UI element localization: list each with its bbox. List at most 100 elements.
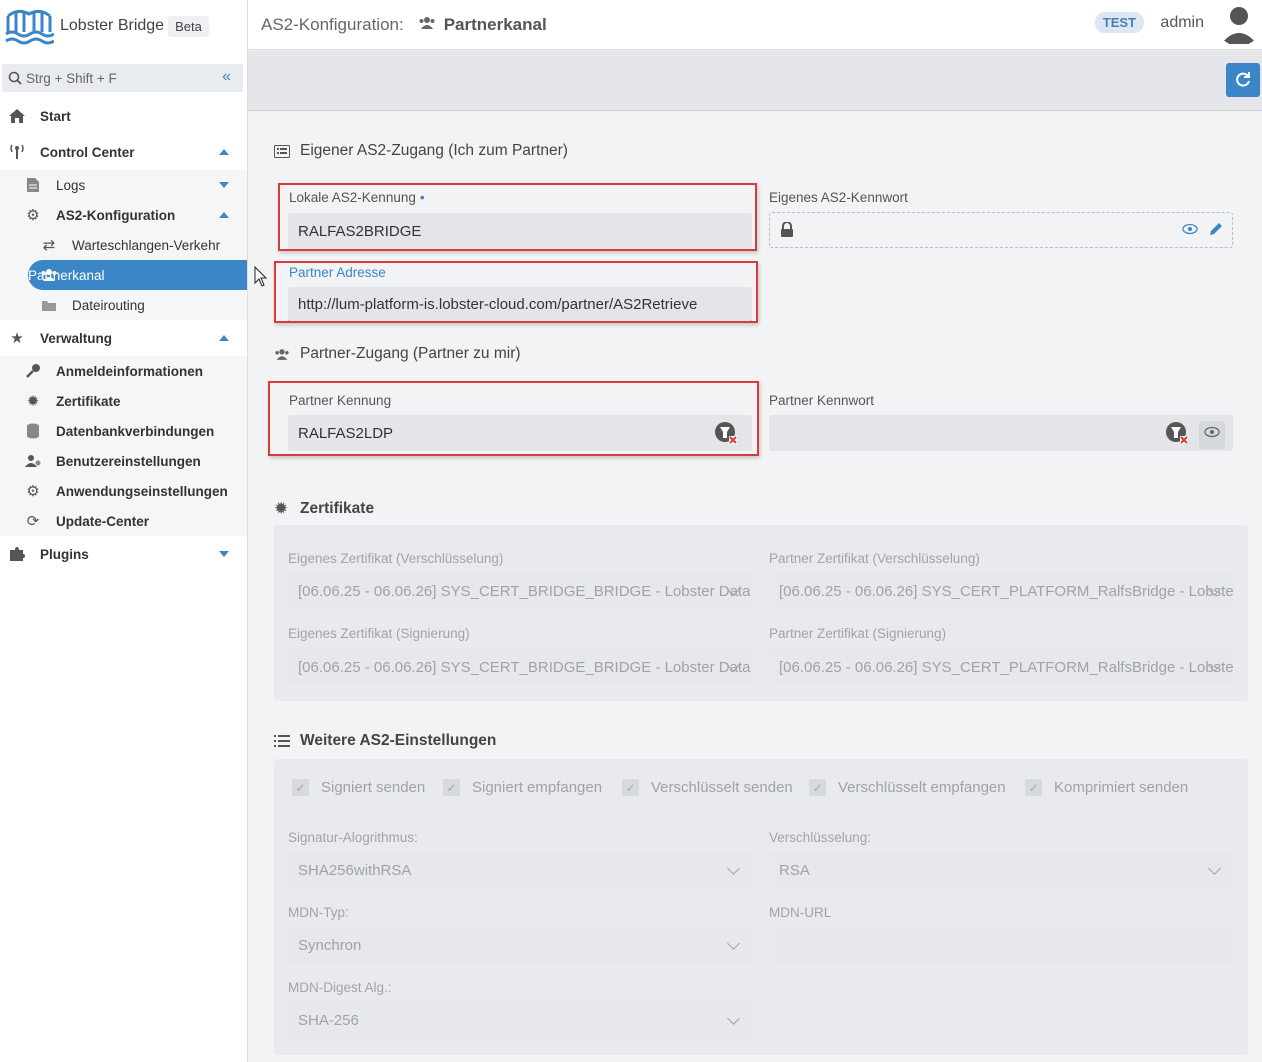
select-value: Synchron	[298, 936, 362, 954]
chevron-up-icon[interactable]	[219, 212, 229, 218]
checkbox-label: Signiert senden	[321, 779, 426, 796]
more-settings-panel: ✓ Signiert senden ✓ Signiert empfangen ✓ Ve…	[274, 759, 1248, 1055]
checkbox-signed-receive[interactable]: ✓ Signiert empfangen	[443, 779, 602, 796]
search-icon	[8, 71, 22, 85]
collapse-sidebar-icon[interactable]: «	[222, 68, 231, 86]
sidebar-item-dateirouting[interactable]: Dateirouting	[0, 290, 247, 320]
sidebar: Lobster Bridge Beta Strg + Shift + F « S…	[0, 0, 248, 1062]
toolbar	[248, 51, 1262, 111]
sidebar-item-anmeldeinformationen[interactable]: Anmeldeinformationen	[0, 356, 247, 386]
select-value: [06.06.25 - 06.06.26] SYS_CERT_PLATFORM_…	[779, 582, 1233, 600]
checkbox-label: Verschlüsselt senden	[651, 779, 793, 796]
own-sig-cert-select[interactable]: [06.06.25 - 06.06.26] SYS_CERT_BRIDGE_BR…	[288, 649, 752, 685]
checkbox-label: Komprimiert senden	[1054, 779, 1189, 796]
chevron-up-icon[interactable]	[219, 149, 229, 155]
checkbox-compressed-send[interactable]: ✓ Komprimiert senden	[1025, 779, 1188, 796]
own-enc-cert-select[interactable]: [06.06.25 - 06.06.26] SYS_CERT_BRIDGE_BR…	[288, 573, 752, 609]
sidebar-item-label: Datenbankverbindungen	[56, 423, 215, 439]
main-content: Eigener AS2-Zugang (Ich zum Partner) Lok…	[248, 112, 1262, 1062]
sidebar-item-anwendungseinstellungen[interactable]: ⚙ Anwendungseinstellungen	[0, 476, 247, 506]
sidebar-item-verwaltung[interactable]: ★ Verwaltung	[0, 320, 247, 356]
variable-off-icon[interactable]	[1165, 421, 1189, 449]
own-as2-password-input[interactable]	[769, 212, 1233, 248]
mdn-type-label: MDN-Typ:	[288, 905, 349, 920]
password-actions	[1182, 221, 1224, 241]
search-input[interactable]: Strg + Shift + F «	[2, 64, 243, 92]
eye-icon[interactable]	[1182, 221, 1198, 241]
avatar[interactable]	[1216, 0, 1262, 46]
eye-icon[interactable]	[1199, 421, 1225, 449]
refresh-button[interactable]	[1226, 63, 1260, 97]
sidebar-item-benutzereinstellungen[interactable]: Benutzereinstellungen	[0, 446, 247, 476]
partner-enc-cert-select[interactable]: [06.06.25 - 06.06.26] SYS_CERT_PLATFORM_…	[769, 573, 1233, 609]
select-value: [06.06.25 - 06.06.26] SYS_CERT_PLATFORM_…	[779, 658, 1233, 676]
mdn-url-label: MDN-URL	[769, 905, 832, 920]
sidebar-item-logs[interactable]: Logs	[0, 170, 247, 200]
sidebar-item-zertifikate[interactable]: ✹ Zertifikate	[0, 386, 247, 416]
select-value: RSA	[779, 861, 810, 879]
chevron-down-icon[interactable]	[219, 551, 229, 557]
sidebar-item-label: Control Center	[40, 144, 135, 160]
checkmark-icon: ✓	[1025, 779, 1042, 796]
mdn-url-input[interactable]	[769, 927, 1233, 963]
partner-password-label: Partner Kennwort	[769, 393, 875, 408]
more-settings-title: Weitere AS2-Einstellungen	[274, 732, 496, 750]
user-avatar-icon	[1216, 0, 1262, 46]
breadcrumb-section[interactable]: AS2-Konfiguration:	[261, 15, 404, 35]
sidebar-item-datenbankverbindungen[interactable]: Datenbankverbindungen	[0, 416, 247, 446]
checkbox-encrypted-receive[interactable]: ✓ Verschlüsselt empfangen	[809, 779, 1006, 796]
sidebar-item-label: Anwendungseinstellungen	[56, 483, 228, 499]
own-access-title: Eigener AS2-Zugang (Ich zum Partner)	[274, 142, 568, 160]
checkmark-icon: ✓	[443, 779, 460, 796]
certificate-icon: ✹	[26, 393, 40, 410]
sidebar-nav: Start Control Center Logs ⚙ AS2-Konfigur…	[0, 98, 247, 572]
gears-icon: ⚙	[26, 483, 40, 500]
highlight-box	[278, 183, 757, 251]
list-icon	[274, 734, 292, 748]
chevron-down-icon	[1208, 862, 1221, 875]
own-sig-cert-label: Eigenes Zertifikat (Signierung)	[288, 626, 470, 641]
sidebar-item-plugins[interactable]: Plugins	[0, 536, 247, 572]
sidebar-item-label: Dateirouting	[72, 297, 145, 313]
exchange-icon: ⇄	[42, 237, 56, 254]
partner-sig-cert-select[interactable]: [06.06.25 - 06.06.26] SYS_CERT_PLATFORM_…	[769, 649, 1233, 685]
sidebar-item-warteschlangen[interactable]: ⇄ Warteschlangen-Verkehr	[0, 230, 247, 260]
brand[interactable]: Lobster Bridge Beta	[0, 0, 247, 52]
checkmark-icon: ✓	[292, 779, 309, 796]
sidebar-item-label: Update-Center	[56, 513, 150, 529]
chevron-down-icon	[727, 937, 740, 950]
top-header: AS2-Konfiguration: Partnerkanal TEST adm…	[248, 0, 1262, 50]
encryption-label: Verschlüsselung:	[769, 830, 872, 845]
antenna-icon	[8, 143, 26, 161]
key-icon	[24, 362, 42, 380]
search-placeholder: Strg + Shift + F	[26, 70, 117, 86]
partner-access-title: Partner-Zugang (Partner zu mir)	[274, 345, 521, 363]
mdn-digest-select[interactable]: SHA-256	[288, 1002, 752, 1038]
chevron-down-icon	[727, 1012, 740, 1025]
sig-alg-select[interactable]: SHA256withRSA	[288, 852, 752, 888]
list-box-icon	[274, 144, 292, 158]
own-enc-cert-label: Eigenes Zertifikat (Verschlüsselung)	[288, 551, 504, 566]
users-icon	[418, 16, 436, 34]
sidebar-item-control-center[interactable]: Control Center	[0, 134, 247, 170]
certificates-title: ✹ Zertifikate	[274, 499, 374, 519]
chevron-up-icon[interactable]	[219, 335, 229, 341]
sidebar-item-label: Logs	[56, 177, 86, 193]
sidebar-item-start[interactable]: Start	[0, 98, 247, 134]
sidebar-item-update-center[interactable]: ⟳ Update-Center	[0, 506, 247, 536]
field-actions	[1165, 421, 1225, 449]
chevron-down-icon[interactable]	[219, 182, 229, 188]
checkbox-label: Verschlüsselt empfangen	[838, 779, 1006, 796]
bridge-logo-icon	[5, 9, 54, 45]
edit-pencil-icon[interactable]	[1208, 221, 1224, 241]
partner-password-input[interactable]	[769, 415, 1233, 451]
username[interactable]: admin	[1160, 14, 1204, 32]
encryption-select[interactable]: RSA	[769, 852, 1233, 888]
checkbox-signed-send[interactable]: ✓ Signiert senden	[292, 779, 425, 796]
mdn-type-select[interactable]: Synchron	[288, 927, 752, 963]
checkbox-encrypted-send[interactable]: ✓ Verschlüsselt senden	[622, 779, 793, 796]
sidebar-item-as2-konfiguration[interactable]: ⚙ AS2-Konfiguration	[0, 200, 247, 230]
app-name: Lobster Bridge	[60, 17, 165, 34]
sidebar-item-partnerkanal[interactable]: Partnerkanal	[28, 260, 247, 290]
highlight-box	[268, 381, 759, 456]
